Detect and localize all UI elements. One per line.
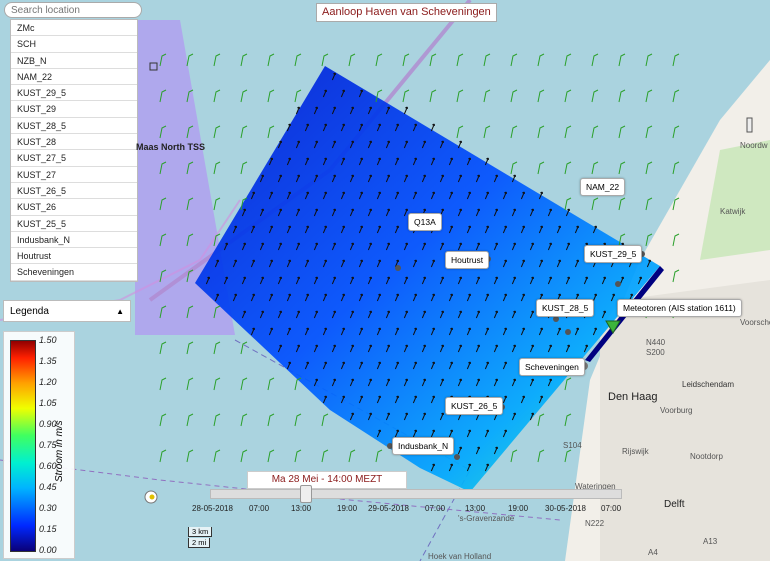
- place-den-haag: Den Haag: [608, 391, 658, 403]
- label-kust-26-5[interactable]: KUST_26_5: [445, 397, 504, 415]
- time-slider[interactable]: [210, 489, 622, 499]
- time-label: 13:00: [465, 504, 486, 513]
- time-label: 29-05-2018: [368, 504, 409, 513]
- place-s-gravenzande: 's-Gravenzande: [458, 514, 515, 523]
- buoy-dot: [149, 494, 155, 500]
- label-q13a[interactable]: Q13A: [408, 213, 442, 231]
- legend-tick: 1.05: [39, 398, 57, 408]
- legend-tick: 0.30: [39, 503, 57, 513]
- road-a4: A4: [648, 548, 658, 557]
- scale-km: 3 km: [188, 527, 213, 537]
- road-n222: N222: [585, 519, 605, 528]
- caret-up-icon: ▲: [116, 307, 124, 316]
- legend-tick: 0.15: [39, 524, 57, 534]
- legend-tick: 1.35: [39, 356, 57, 366]
- legend-panel: 1.50 1.35 1.20 1.05 0.90 0.75 0.60 0.45 0.30 0.15…: [3, 331, 75, 559]
- label-indusbank-n[interactable]: Indusbank_N: [392, 437, 455, 455]
- label-kust-28-5[interactable]: KUST_28_5: [536, 299, 595, 317]
- scale-mi: 2 mi: [188, 538, 211, 548]
- place-leidschendam: Leidschendam: [682, 380, 735, 389]
- legend-tick: 0.00: [39, 545, 57, 555]
- time-label: 07:00: [249, 504, 270, 513]
- location-item[interactable]: KUST_25_5: [11, 216, 137, 232]
- station-marker[interactable]: [565, 329, 571, 335]
- place-delft: Delft: [664, 499, 685, 510]
- legend-label: Legenda: [10, 306, 49, 317]
- label-kust-29-5[interactable]: KUST_29_5: [584, 245, 643, 263]
- label-scheveningen[interactable]: Scheveningen: [519, 358, 585, 376]
- location-item[interactable]: Indusbank_N: [11, 232, 137, 249]
- time-label: 13:00: [291, 504, 312, 513]
- color-scale-bar: [10, 340, 36, 552]
- search-input[interactable]: [4, 2, 142, 18]
- place-voorschoten: Voorscho: [740, 318, 770, 327]
- station-marker[interactable]: [615, 281, 621, 287]
- label-meteotoren[interactable]: Meteotoren (AIS station 1611): [617, 299, 742, 317]
- tower-icon: [746, 117, 753, 133]
- location-item[interactable]: NZB_N: [11, 53, 137, 69]
- legend-tick: 1.50: [39, 335, 57, 345]
- location-item[interactable]: KUST_26_5: [11, 183, 137, 200]
- time-label: 19:00: [337, 504, 358, 513]
- station-marker[interactable]: [454, 454, 460, 460]
- location-item[interactable]: KUST_28: [11, 134, 137, 151]
- place-katwijk: Katwijk: [720, 207, 746, 216]
- location-item[interactable]: Scheveningen: [11, 264, 137, 281]
- time-label: 19:00: [508, 504, 529, 513]
- place-rijswijk: Rijswijk: [622, 447, 649, 456]
- label-nam22[interactable]: NAM_22: [580, 178, 626, 196]
- place-voorburg: Voorburg: [660, 406, 693, 415]
- legend-tick: 1.20: [39, 377, 57, 387]
- location-item[interactable]: KUST_28_5: [11, 118, 137, 135]
- label-houtrust[interactable]: Houtrust: [445, 251, 490, 269]
- time-label: 28-05-2018: [192, 504, 233, 513]
- location-item[interactable]: KUST_29_5: [11, 85, 137, 102]
- legend-dropdown[interactable]: Legenda ▲: [3, 300, 131, 322]
- road-s104: S104: [563, 441, 582, 450]
- current-time: Ma 28 Mei - 14:00 MEZT: [247, 471, 407, 489]
- page-title: Aanloop Haven van Scheveningen: [316, 3, 497, 22]
- time-label: 07:00: [601, 504, 622, 513]
- road-s200: S200: [646, 348, 665, 357]
- location-item[interactable]: Houtrust: [11, 248, 137, 265]
- time-label: 07:00: [425, 504, 446, 513]
- location-item[interactable]: ZMc: [11, 20, 137, 37]
- legend-unit-label: Stroom in m/s: [54, 420, 65, 482]
- place-noordwijk: Noordw: [740, 141, 768, 150]
- location-list: ZMc SCH NZB_N NAM_22 KUST_29_5 KUST_29 KUST_28…: [10, 19, 138, 282]
- station-marker[interactable]: [395, 265, 401, 271]
- location-item[interactable]: NAM_22: [11, 69, 137, 86]
- tss-label: Maas North TSS: [136, 142, 206, 152]
- location-item[interactable]: KUST_27_5: [11, 150, 137, 167]
- location-item[interactable]: KUST_29: [11, 101, 137, 118]
- location-item[interactable]: KUST_26: [11, 199, 137, 216]
- time-slider-handle[interactable]: [300, 485, 312, 503]
- location-item[interactable]: KUST_27: [11, 167, 137, 183]
- place-nootdorp: Nootdorp: [690, 452, 723, 461]
- road-n440: N440: [646, 338, 666, 347]
- legend-tick: 0.45: [39, 482, 57, 492]
- road-a13: A13: [703, 537, 718, 546]
- time-label: 30-05-2018: [545, 504, 586, 513]
- location-item[interactable]: SCH: [11, 36, 137, 53]
- place-hoek-van-holland: Hoek van Holland: [428, 552, 492, 561]
